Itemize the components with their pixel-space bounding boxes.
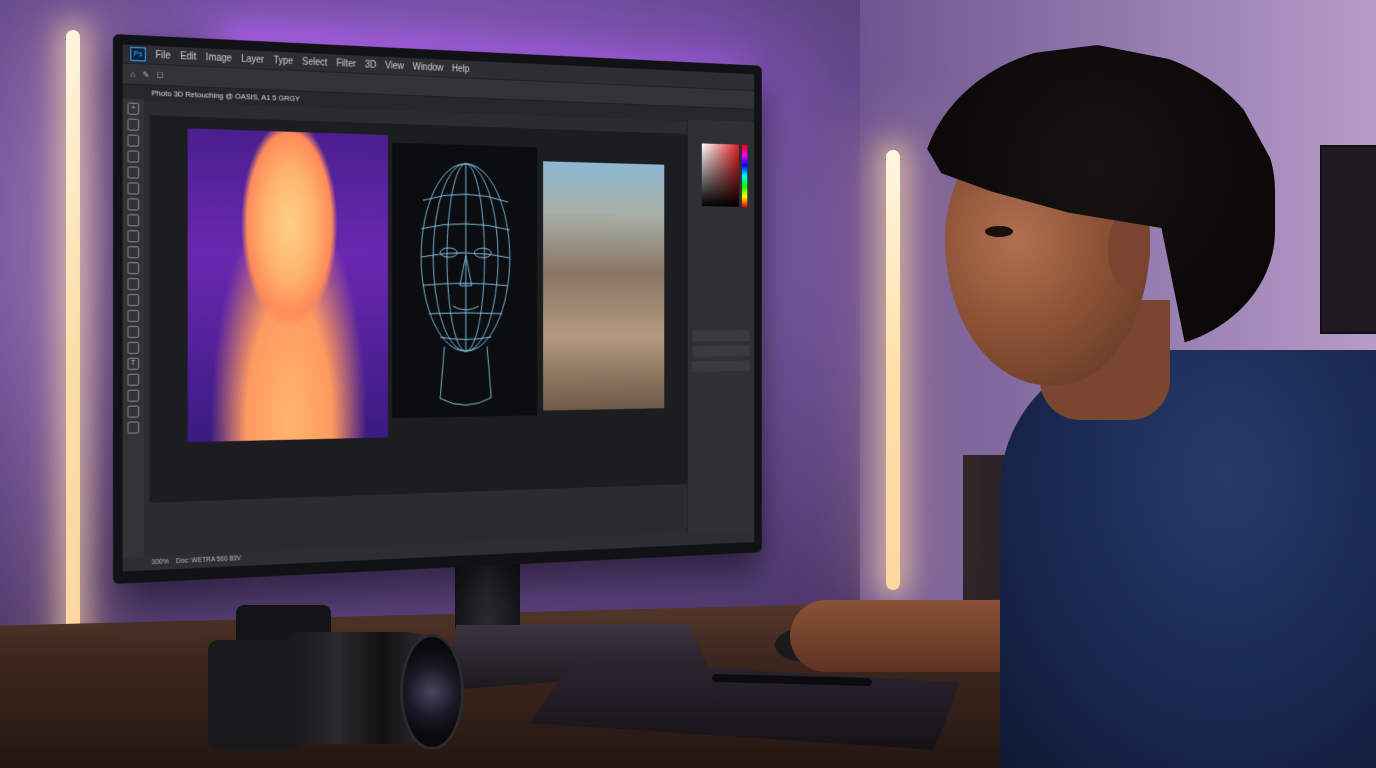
layer-row[interactable] [693, 360, 750, 371]
person-eye [985, 226, 1013, 237]
menu-select[interactable]: Select [302, 56, 327, 68]
crop-tool-icon[interactable] [128, 166, 140, 178]
color-picker-field[interactable] [702, 143, 739, 206]
shape-tool-icon[interactable] [128, 390, 140, 402]
ps-toolbar: + T [123, 98, 144, 571]
wall-frame [1320, 145, 1376, 334]
magic-wand-tool-icon[interactable] [128, 150, 140, 162]
rock-photo-image [543, 161, 664, 410]
brush-icon[interactable]: ✎ [143, 70, 149, 79]
thermal-face-image [188, 128, 388, 442]
menu-filter[interactable]: Filter [336, 58, 356, 69]
gradient-tool-icon[interactable] [128, 294, 140, 306]
camera-lens-front [400, 634, 464, 750]
wireframe-head-graphic [392, 143, 537, 419]
stamp-tool-icon[interactable] [128, 246, 140, 258]
ps-status-bar: 300% Doc: WETRA 560 80V [123, 530, 754, 572]
menu-help[interactable]: Help [452, 63, 470, 74]
document-canvas[interactable] [150, 115, 694, 502]
menu-edit[interactable]: Edit [180, 51, 196, 63]
zoom-tool-icon[interactable] [128, 421, 140, 433]
eraser-tool-icon[interactable] [128, 278, 140, 290]
move-tool-icon[interactable]: + [128, 103, 140, 115]
doc-info: Doc: WETRA 560 80V [176, 555, 241, 565]
options-toggle-icon[interactable]: ☐ [157, 70, 164, 79]
zoom-level: 300% [152, 559, 169, 567]
healing-tool-icon[interactable] [128, 214, 140, 226]
menu-view[interactable]: View [385, 60, 404, 71]
menu-type[interactable]: Type [273, 55, 293, 67]
monitor-screen: Ps File Edit Image Layer Type Select Fil… [123, 44, 754, 571]
wireframe-head-image [392, 143, 537, 419]
ps-right-panel [687, 120, 754, 546]
lasso-tool-icon[interactable] [128, 134, 140, 146]
left-light-bar [66, 30, 80, 680]
layer-row[interactable] [693, 345, 750, 356]
menu-file[interactable]: File [155, 49, 170, 61]
marquee-tool-icon[interactable] [128, 118, 140, 130]
type-tool-icon[interactable]: T [128, 358, 140, 370]
dodge-tool-icon[interactable] [128, 326, 140, 338]
hand-tool-icon[interactable] [128, 406, 140, 418]
workspace-scene: Ps File Edit Image Layer Type Select Fil… [0, 0, 1376, 768]
history-brush-tool-icon[interactable] [128, 262, 140, 274]
path-selection-tool-icon[interactable] [128, 374, 140, 386]
photoshop-logo-icon: Ps [130, 47, 145, 62]
person-arm [790, 600, 1020, 672]
frame-tool-icon[interactable] [128, 182, 140, 194]
menu-layer[interactable]: Layer [241, 53, 264, 65]
blur-tool-icon[interactable] [128, 310, 140, 322]
menu-image[interactable]: Image [206, 52, 232, 64]
monitor: Ps File Edit Image Layer Type Select Fil… [113, 34, 762, 584]
brush-tool-icon[interactable] [128, 230, 140, 242]
pen-tool-icon[interactable] [128, 342, 140, 354]
eyedropper-tool-icon[interactable] [128, 198, 140, 210]
menu-3d[interactable]: 3D [365, 59, 376, 70]
hue-slider[interactable] [742, 145, 747, 207]
right-light-bar [886, 150, 900, 590]
menu-window[interactable]: Window [413, 61, 444, 73]
home-icon[interactable]: ⌂ [130, 69, 135, 78]
layer-row[interactable] [693, 330, 750, 341]
